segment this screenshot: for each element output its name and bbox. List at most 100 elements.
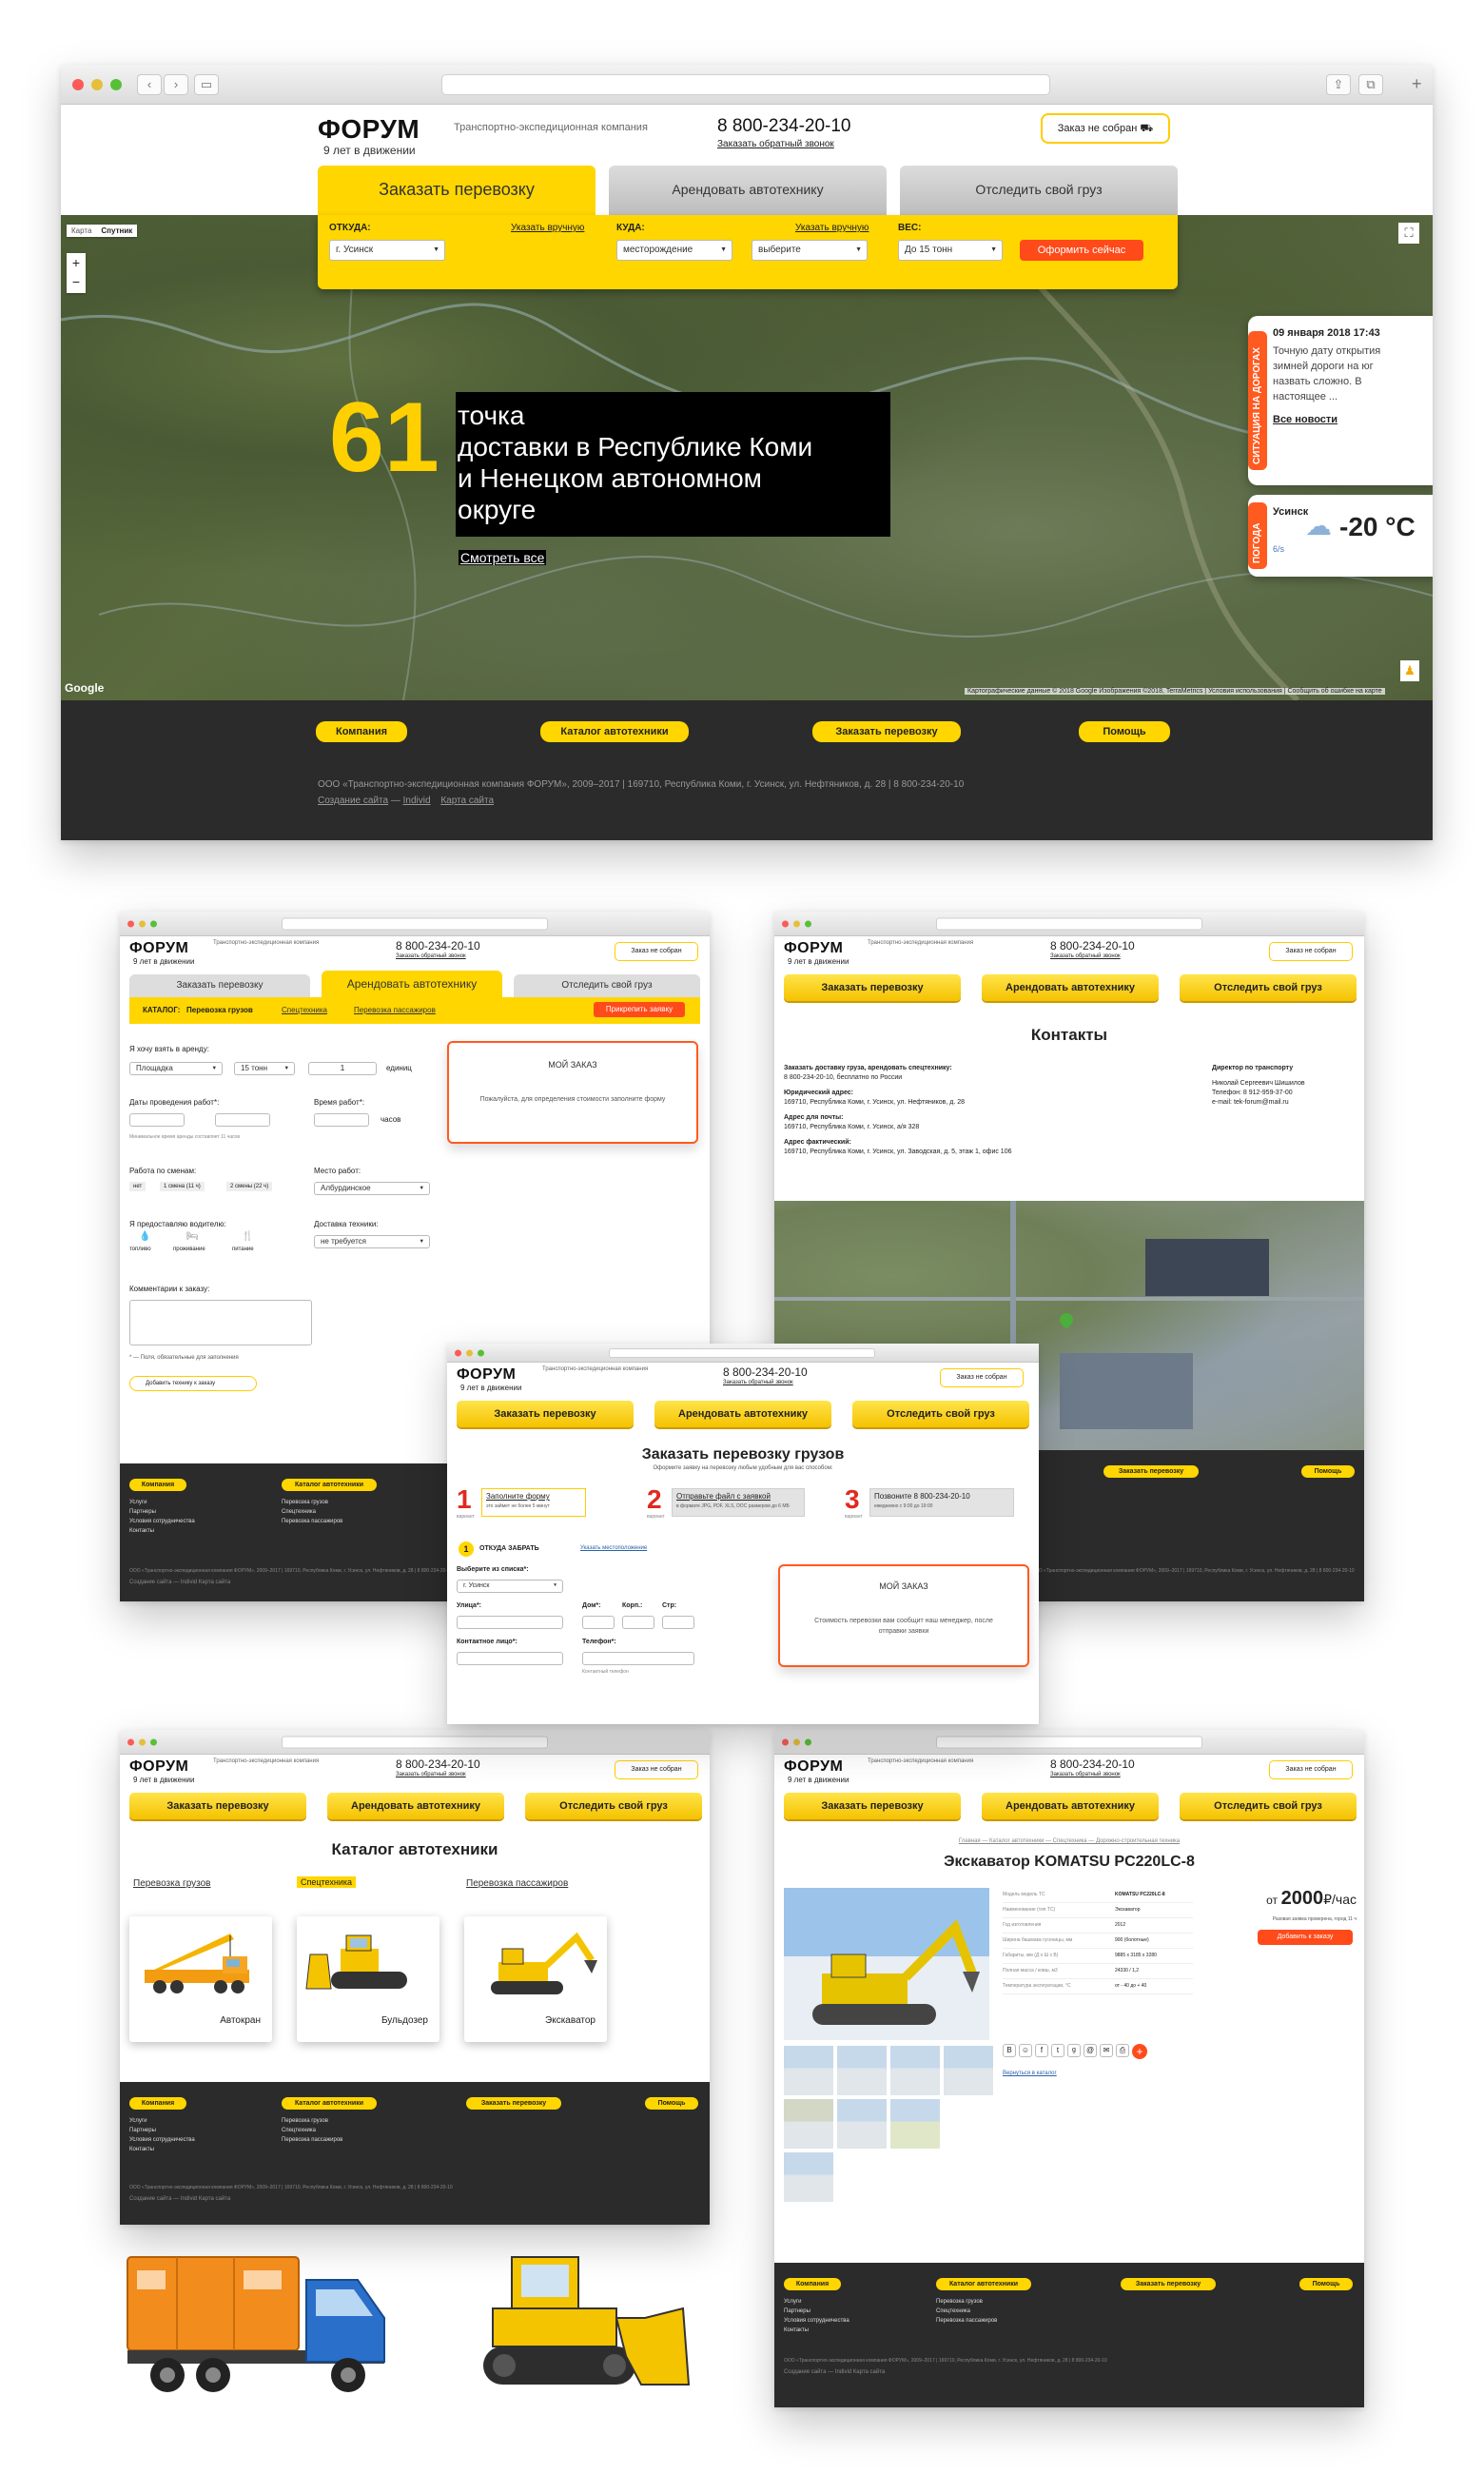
minimize-dot[interactable] bbox=[91, 78, 103, 90]
footer-btn-help[interactable]: Помощь bbox=[645, 2097, 698, 2110]
site-creation-link[interactable]: Создание сайта bbox=[784, 2369, 826, 2375]
footer-btn-catalog[interactable]: Каталог автотехники bbox=[282, 1479, 377, 1491]
footer-btn-catalog[interactable]: Каталог автотехники bbox=[282, 2097, 377, 2110]
weight-select[interactable]: 15 тонн bbox=[234, 1062, 295, 1075]
close-dot[interactable] bbox=[127, 1738, 134, 1745]
footer-link[interactable]: Условия сотрудничества bbox=[129, 2135, 195, 2145]
contact-input[interactable] bbox=[457, 1652, 563, 1665]
address-bar[interactable] bbox=[609, 1347, 875, 1358]
thumbnail[interactable] bbox=[784, 2099, 833, 2149]
sitemap-link[interactable]: Карта сайта bbox=[199, 2196, 230, 2202]
tab-track[interactable]: Отследить свой груз bbox=[514, 974, 700, 997]
maximize-dot[interactable] bbox=[150, 920, 157, 927]
catalog-tab[interactable]: Перевозка грузов bbox=[133, 1878, 210, 1889]
breadcrumb[interactable]: Главная — Каталог автотехники — Спецтехн… bbox=[774, 1838, 1364, 1844]
nav-rent-button[interactable]: Арендовать автотехнику bbox=[654, 1401, 831, 1427]
to-manual-link[interactable]: Указать вручную bbox=[795, 223, 869, 233]
step-3[interactable]: 3 вариант Позвоните 8 800-234-20-10 ежед… bbox=[845, 1486, 1035, 1521]
time-input[interactable] bbox=[314, 1113, 369, 1127]
tabs-icon[interactable]: ⧉ bbox=[1358, 73, 1383, 95]
weather-tab[interactable]: ПОГОДА bbox=[1248, 502, 1267, 569]
callback-link[interactable]: Заказать обратный звонок bbox=[723, 1380, 793, 1385]
nav-order-button[interactable]: Заказать перевозку bbox=[457, 1401, 634, 1427]
maximize-dot[interactable] bbox=[150, 1738, 157, 1745]
forward-icon[interactable]: › bbox=[164, 73, 188, 95]
footer-btn-help[interactable]: Помощь bbox=[1079, 721, 1170, 742]
minimize-dot[interactable] bbox=[793, 920, 800, 927]
footer-btn-order[interactable]: Заказать перевозку bbox=[1103, 1465, 1199, 1478]
footer-btn-help[interactable]: Помощь bbox=[1301, 1465, 1355, 1478]
address-bar[interactable] bbox=[282, 1736, 548, 1748]
footer-link[interactable]: Перевозка грузов bbox=[936, 2297, 997, 2307]
map-type-satellite[interactable]: Спутник bbox=[96, 225, 137, 237]
tab-order-transport[interactable]: Заказать перевозку bbox=[318, 166, 596, 215]
close-dot[interactable] bbox=[455, 1349, 461, 1356]
type-select[interactable]: Площадка bbox=[129, 1062, 223, 1075]
choose-select[interactable]: г. Усинск bbox=[457, 1580, 563, 1593]
order-status-button[interactable]: Заказ не собран bbox=[1269, 1760, 1353, 1779]
thumbnail[interactable] bbox=[890, 2046, 940, 2095]
weight-select[interactable]: До 15 тонн bbox=[898, 240, 1003, 261]
close-dot[interactable] bbox=[782, 920, 789, 927]
logo[interactable]: ФОРУМ bbox=[318, 114, 420, 145]
from-select[interactable]: г. Усинск bbox=[329, 240, 445, 261]
news-tab[interactable]: СИТУАЦИЯ НА ДОРОГАХ bbox=[1248, 331, 1267, 470]
close-dot[interactable] bbox=[127, 920, 134, 927]
logo[interactable]: ФОРУМ bbox=[784, 1758, 843, 1776]
thumbnail[interactable] bbox=[784, 2046, 833, 2095]
submit-order-button[interactable]: Оформить сейчас bbox=[1020, 240, 1143, 261]
new-tab-icon[interactable]: + bbox=[1412, 74, 1422, 94]
nav-order-button[interactable]: Заказать перевозку bbox=[784, 1793, 961, 1819]
korp-input[interactable] bbox=[622, 1616, 654, 1629]
footer-btn-company[interactable]: Компания bbox=[316, 721, 407, 742]
maximize-dot[interactable] bbox=[805, 1738, 811, 1745]
footer-link[interactable]: Условия сотрудничества bbox=[129, 1517, 195, 1526]
footer-link[interactable]: Спецтехника bbox=[282, 2126, 342, 2135]
footer-btn-help[interactable]: Помощь bbox=[1299, 2278, 1353, 2290]
minimize-dot[interactable] bbox=[139, 920, 146, 927]
order-status-button[interactable]: Заказ не собран bbox=[615, 1760, 698, 1779]
tab-rent[interactable]: Арендовать автотехнику bbox=[609, 166, 887, 215]
thumbnail[interactable] bbox=[784, 2152, 833, 2202]
order-status-button[interactable]: Заказ не собран bbox=[1269, 942, 1353, 961]
sitemap-link[interactable]: Карта сайта bbox=[440, 795, 494, 806]
tab-track[interactable]: Отследить свой груз bbox=[900, 166, 1178, 215]
thumbnail[interactable] bbox=[837, 2099, 887, 2149]
footer-link[interactable]: Перевозка грузов bbox=[282, 2116, 342, 2126]
thumbnail[interactable] bbox=[944, 2046, 993, 2095]
street-input[interactable] bbox=[457, 1616, 563, 1629]
director-email[interactable]: e-mail: tek-forum@mail.ru bbox=[1212, 1098, 1355, 1108]
minimize-dot[interactable] bbox=[793, 1738, 800, 1745]
add-tech-button[interactable]: Добавить технику к заказу bbox=[129, 1376, 257, 1391]
nav-track-button[interactable]: Отследить свой груз bbox=[525, 1793, 702, 1819]
date-to-input[interactable] bbox=[215, 1113, 270, 1127]
from-manual-link[interactable]: Указать вручную bbox=[511, 223, 584, 233]
tab-rent[interactable]: Арендовать автотехнику bbox=[322, 971, 502, 997]
footer-link[interactable]: Контакты bbox=[784, 2326, 849, 2335]
comment-textarea[interactable] bbox=[129, 1300, 312, 1345]
footer-link[interactable]: Партнеры bbox=[784, 2307, 849, 2316]
catalog-item[interactable]: Экскаватор bbox=[464, 1916, 607, 2042]
provide-fuel[interactable]: топливо bbox=[129, 1247, 151, 1252]
nav-rent-button[interactable]: Арендовать автотехнику bbox=[982, 974, 1159, 1001]
logo[interactable]: ФОРУМ bbox=[129, 940, 188, 957]
catalog-cat[interactable]: Перевозка пассажиров bbox=[354, 1006, 436, 1014]
nav-track-button[interactable]: Отследить свой груз bbox=[1180, 1793, 1357, 1819]
shift-option[interactable]: нет bbox=[129, 1182, 146, 1191]
map-type-map[interactable]: Карта bbox=[67, 225, 96, 237]
catalog-cat[interactable]: Перевозка грузов bbox=[186, 1006, 253, 1014]
nav-track-button[interactable]: Отследить свой груз bbox=[1180, 974, 1357, 1001]
phone-input[interactable] bbox=[582, 1652, 694, 1665]
zoom-out-icon[interactable]: − bbox=[67, 272, 86, 291]
address-bar[interactable] bbox=[441, 73, 1050, 95]
qty-stepper[interactable]: 1 bbox=[308, 1062, 377, 1075]
pegman-icon[interactable]: ♟ bbox=[1400, 660, 1419, 681]
footer-link[interactable]: Контакты bbox=[129, 1526, 195, 1536]
catalog-item[interactable]: Автокран bbox=[129, 1916, 272, 2042]
footer-btn-company[interactable]: Компания bbox=[129, 2097, 186, 2110]
address-bar[interactable] bbox=[936, 917, 1202, 930]
share-mail-icon[interactable]: @ bbox=[1084, 2044, 1097, 2057]
minimize-dot[interactable] bbox=[139, 1738, 146, 1745]
thumbnail[interactable] bbox=[837, 2046, 887, 2095]
build-input[interactable] bbox=[662, 1616, 694, 1629]
